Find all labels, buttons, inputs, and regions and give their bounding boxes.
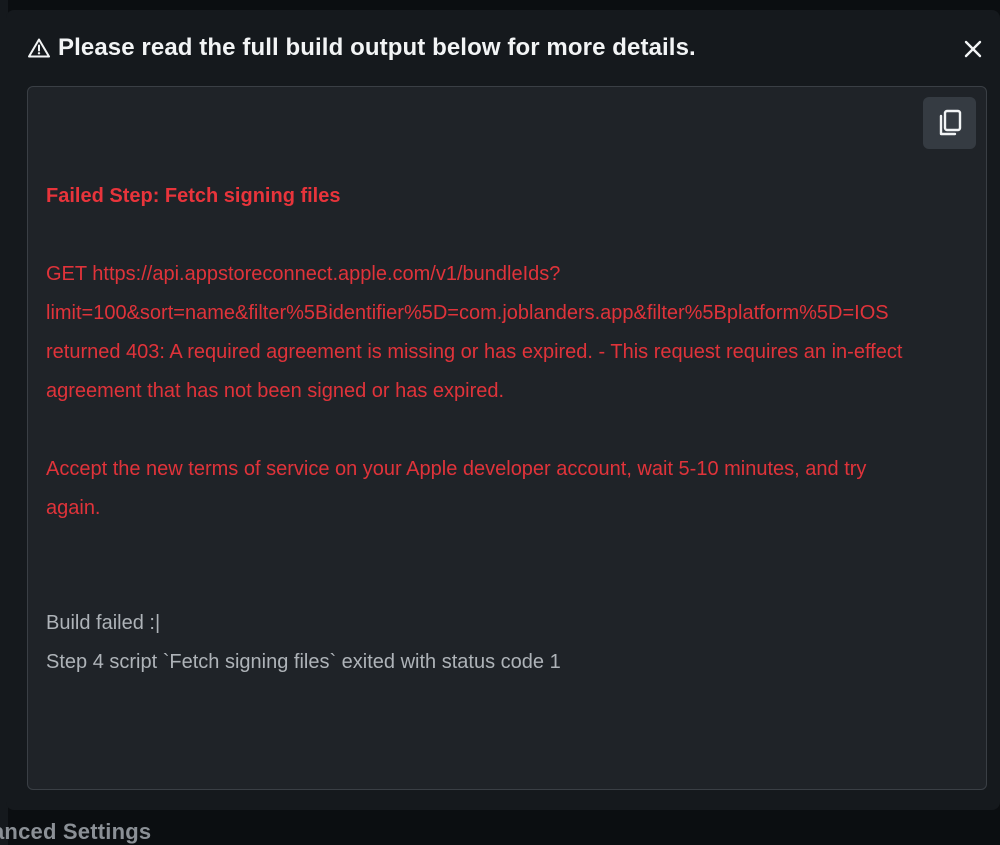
log-spacer	[46, 528, 976, 567]
log-spacer	[46, 216, 976, 255]
close-button[interactable]	[962, 38, 984, 60]
background-section-heading: anced Settings	[0, 819, 152, 844]
log-spacer	[46, 567, 976, 604]
build-output-panel: Failed Step: Fetch signing files GET htt…	[27, 86, 987, 790]
log-spacer	[46, 411, 976, 450]
hint-line: again.	[46, 497, 101, 519]
build-output-modal: Please read the full build output below …	[6, 10, 1000, 810]
copy-icon	[939, 109, 961, 136]
hint-line: Accept the new terms of service on your …	[46, 458, 867, 480]
modal-header: Please read the full build output below …	[28, 34, 696, 62]
warning-triangle-icon	[28, 38, 50, 58]
error-line: agreement that has not been signed or ha…	[46, 380, 505, 402]
status-line: Build failed :|	[46, 612, 161, 634]
copy-button[interactable]	[923, 97, 976, 149]
error-line: returned 403: A required agreement is mi…	[46, 341, 903, 363]
failed-step-line: Failed Step: Fetch signing files	[46, 185, 341, 207]
close-icon	[964, 40, 982, 58]
modal-title: Please read the full build output below …	[58, 34, 696, 61]
error-line: limit=100&sort=name&filter%5Bidentifier%…	[46, 302, 889, 324]
status-line: Step 4 script `Fetch signing files` exit…	[46, 651, 561, 673]
error-line: GET https://api.appstoreconnect.apple.co…	[46, 263, 561, 285]
build-log: Failed Step: Fetch signing files GET htt…	[46, 177, 976, 682]
